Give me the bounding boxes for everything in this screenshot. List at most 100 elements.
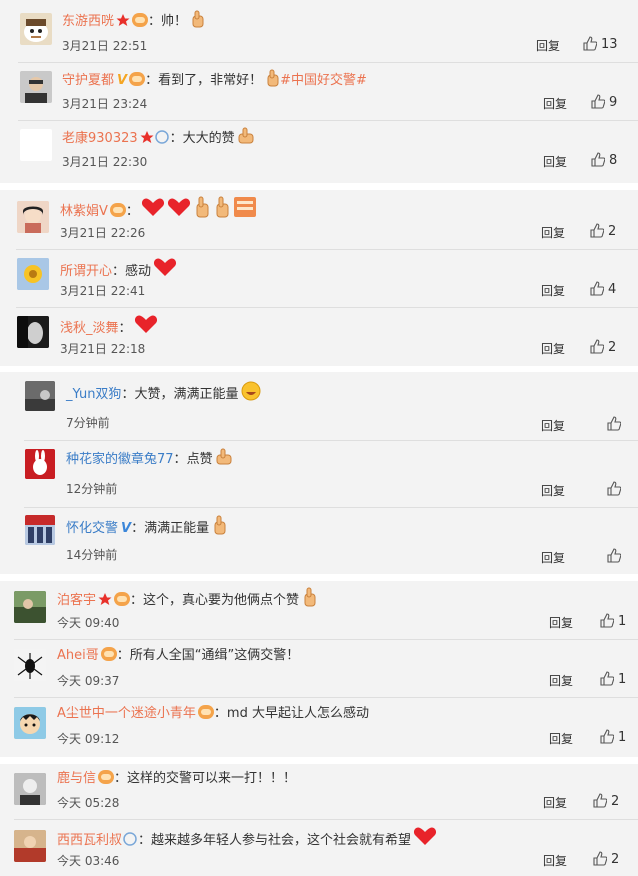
like-button[interactable] — [606, 481, 625, 497]
avatar[interactable] — [25, 381, 55, 411]
like-button[interactable]: 2 — [589, 223, 616, 239]
comment-time: 今天 09:37 — [57, 674, 120, 688]
comment-username[interactable]: 林紫娟V — [60, 204, 108, 219]
avatar[interactable] — [14, 591, 46, 623]
comment-time: 12分钟前 — [66, 482, 118, 496]
member-badge-icon — [114, 592, 131, 606]
heart-emoji-icon — [153, 258, 177, 276]
like-button[interactable]: 9 — [590, 94, 617, 110]
avatar[interactable] — [14, 707, 46, 739]
comment-line: Ahei哥 ：所有人全国“通缉”这俩交警！ — [57, 647, 300, 663]
reply-button[interactable]: 回复 — [541, 549, 565, 566]
avatar[interactable] — [20, 129, 52, 161]
like-count: 1 — [618, 730, 627, 745]
like-thumb-icon — [591, 94, 606, 109]
reply-button[interactable]: 回复 — [536, 37, 560, 54]
like-count: 8 — [609, 153, 618, 168]
reply-button[interactable]: 回复 — [541, 417, 565, 434]
comment-username[interactable]: 所谓开心 — [60, 264, 112, 279]
comment-username[interactable]: A尘世中一个迷途小青年 — [57, 706, 196, 721]
hashtag-link[interactable]: #中国好交警# — [280, 73, 367, 88]
avatar[interactable] — [20, 13, 52, 45]
reply-button[interactable]: 回复 — [541, 282, 565, 299]
comment-username[interactable]: 怀化交警 — [66, 521, 118, 536]
comment-time: 3月21日 22:18 — [60, 342, 146, 356]
like-button[interactable]: 1 — [599, 671, 626, 687]
like-button[interactable]: 8 — [590, 152, 617, 168]
avatar[interactable] — [25, 449, 55, 479]
star-badge-icon — [140, 131, 154, 143]
reply-button[interactable]: 回复 — [549, 672, 573, 689]
comment-username[interactable]: 浅秋_淡舞 — [60, 321, 119, 336]
like-button[interactable]: 2 — [592, 793, 619, 809]
reply-button[interactable]: 回复 — [543, 153, 567, 170]
comment-username[interactable]: 种花家的徽章兔77 — [66, 452, 174, 467]
reply-button[interactable]: 回复 — [549, 614, 573, 631]
divider — [24, 507, 638, 508]
comment-username[interactable]: 鹿与信 — [57, 771, 96, 786]
comment-line: _Yun双狗：大赞，满满正能量 — [66, 381, 262, 403]
avatar[interactable] — [14, 830, 46, 862]
comment-line: 林紫娟V： — [60, 196, 257, 220]
like-button[interactable]: 4 — [589, 281, 616, 297]
member-badge-icon — [197, 705, 214, 719]
avatar[interactable] — [20, 71, 52, 103]
comment-username[interactable]: 西西瓦利叔 — [57, 833, 122, 848]
comment-text: 大赞，满满正能量 — [134, 387, 239, 402]
comment-username[interactable]: Ahei哥 — [57, 648, 99, 663]
thumbs-up-emoji-icon — [216, 196, 229, 218]
divider — [16, 307, 638, 308]
thumbs-up-emoji-icon — [216, 448, 232, 465]
avatar[interactable] — [14, 649, 46, 681]
comment-time: 3月21日 22:26 — [60, 226, 146, 240]
avatar[interactable] — [17, 258, 49, 290]
like-button[interactable] — [606, 548, 625, 564]
comment-text: 大大的赞 — [182, 131, 235, 146]
thumbs-up-emoji-icon — [214, 515, 226, 535]
thumbs-up-emoji-icon — [192, 10, 204, 28]
like-thumb-icon — [590, 339, 605, 354]
like-button[interactable]: 1 — [599, 729, 626, 745]
reply-button[interactable]: 回复 — [549, 730, 573, 747]
like-button[interactable]: 1 — [599, 613, 626, 629]
reply-button[interactable]: 回复 — [543, 95, 567, 112]
reply-button[interactable]: 回复 — [543, 794, 567, 811]
like-thumb-icon — [607, 481, 622, 496]
reply-button[interactable]: 回复 — [541, 482, 565, 499]
avatar[interactable] — [17, 316, 49, 348]
like-button[interactable] — [606, 416, 625, 432]
comment-text: 帅！ — [161, 14, 188, 29]
comment-text: 越来越多年轻人参与社会，这个社会就有希望 — [151, 833, 412, 848]
comment-line: A尘世中一个迷途小青年 ：md 大早起让人怎么感动 — [57, 705, 369, 721]
client-badge-icon — [123, 832, 137, 846]
comment-username[interactable]: 泊客宇 — [57, 593, 96, 608]
member-badge-icon — [109, 203, 126, 217]
comment-time: 14分钟前 — [66, 548, 118, 562]
comment-username[interactable]: 老康930323 — [62, 131, 138, 146]
like-count: 2 — [611, 794, 620, 809]
thumbs-up-emoji-icon — [238, 127, 254, 144]
like-thumb-icon — [600, 671, 615, 686]
comment-line: 怀化交警 V：满满正能量 — [66, 515, 227, 537]
comment-username[interactable]: 守护夏都 — [62, 73, 114, 88]
divider — [14, 639, 638, 640]
like-button[interactable]: 2 — [589, 339, 616, 355]
like-button[interactable]: 2 — [592, 851, 619, 867]
reply-button[interactable]: 回复 — [541, 224, 565, 241]
member-badge-icon — [98, 770, 115, 784]
like-thumb-icon — [607, 416, 622, 431]
reply-button[interactable]: 回复 — [543, 852, 567, 869]
comment-username[interactable]: _Yun双狗 — [66, 387, 121, 402]
like-count: 1 — [618, 672, 627, 687]
divider — [14, 697, 638, 698]
avatar[interactable] — [17, 201, 49, 233]
reply-button[interactable]: 回复 — [541, 340, 565, 357]
like-button[interactable]: 13 — [582, 36, 618, 52]
like-thumb-icon — [600, 613, 615, 628]
laughing-emoji-icon — [241, 381, 261, 401]
star-badge-icon — [98, 593, 112, 605]
comment-username[interactable]: 东游西咣 — [62, 14, 114, 29]
avatar[interactable] — [25, 515, 55, 545]
avatar[interactable] — [14, 773, 46, 805]
comment-time: 今天 05:28 — [57, 796, 120, 810]
